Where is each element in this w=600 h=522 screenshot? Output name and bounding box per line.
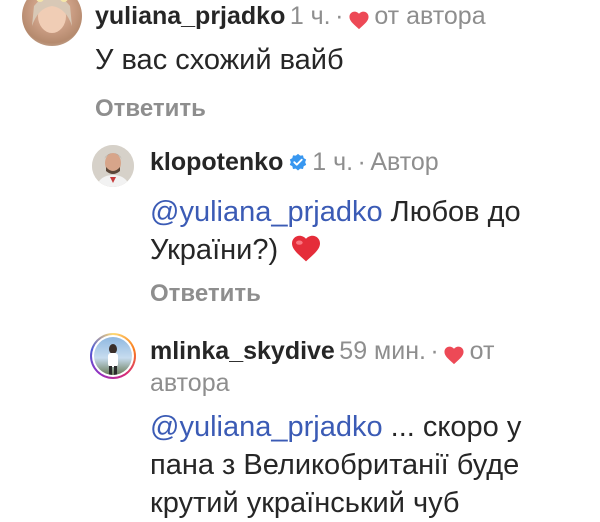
comment-username[interactable]: klopotenko [150,148,283,176]
mention-link[interactable]: @yuliana_prjadko [150,411,383,443]
author-liked-badge-part1: от [469,337,495,365]
author-liked-badge: от автора [374,2,486,30]
comment-text-line3: крутий український чуб [150,487,460,519]
avatar-mlinka-story-ring[interactable] [90,333,136,379]
reply-button[interactable]: Ответить [95,95,206,123]
mention-link[interactable]: @yuliana_prjadko [150,196,383,228]
comment-time: 1 ч. [289,2,331,30]
comment-username[interactable]: yuliana_prjadko [95,2,285,30]
meta-separator: · [357,148,366,176]
heart-emoji-icon [290,233,322,273]
comment-username[interactable]: mlinka_skydive [150,337,335,365]
comment-text-line2: України?) [150,234,279,266]
avatar-face-icon [32,0,72,33]
verified-badge-icon [289,153,306,171]
heart-icon [349,11,369,29]
avatar-yuliana[interactable] [22,0,82,46]
meta-separator: · [430,337,439,365]
comment-1: yuliana_prjadko 1 ч. · от автора У вас с… [0,0,600,130]
comment-text-line2: пана з Великобританії буде [150,449,520,481]
avatar-face-icon [92,145,134,187]
author-badge: Автор [370,148,439,176]
meta-separator: · [335,2,344,30]
comment-text-line1: Любов до [390,196,521,228]
comment-text: @yuliana_prjadko Любов до України?) [150,193,590,273]
reply-button[interactable]: Ответить [150,280,261,308]
avatar-klopotenko[interactable] [92,145,134,187]
heart-icon [444,346,464,364]
comment-time: 1 ч. [312,148,354,176]
comment-text: У вас схожий вайб [95,44,344,76]
comment-time: 59 мин. [339,337,426,365]
comment-2: klopotenko 1 ч. · Автор @yuliana_prjadko… [0,140,600,310]
comment-3: mlinka_skydive 59 мин. · от автора @yuli… [0,325,600,519]
avatar-person-icon [108,344,118,375]
comment-text-line1: ... скоро у [390,411,522,443]
comment-text: @yuliana_prjadko ... скоро у пана з Вели… [150,408,595,522]
author-liked-badge-part2: автора [150,369,230,397]
